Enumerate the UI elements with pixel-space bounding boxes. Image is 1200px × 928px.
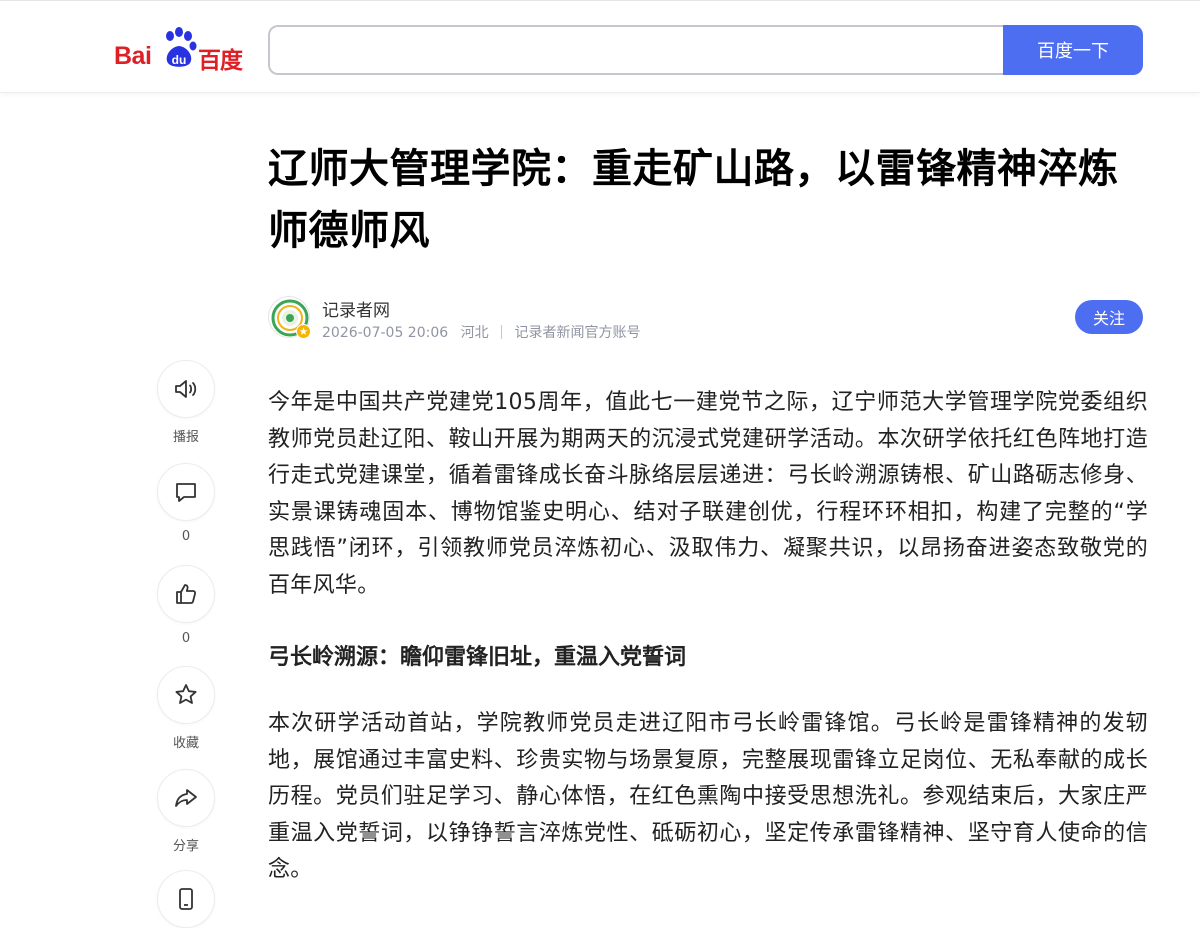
listen-label: 播报 (172, 430, 199, 445)
share-action: 分享 (156, 769, 216, 854)
meta-divider (501, 325, 503, 339)
article-paragraph: 本次研学活动首站，学院教师党员走进辽阳市弓长岭雷锋馆。弓长岭是雷锋精神的发轫地，… (268, 711, 1148, 882)
mobile-action (156, 870, 216, 928)
logo-text-du: du (171, 53, 187, 67)
listen-button[interactable] (157, 360, 215, 418)
logo-text-cn: 百度 (198, 48, 243, 74)
logo-text-bai: Bai (114, 42, 152, 70)
author-account-type: 记录者新闻官方账号 (514, 325, 641, 341)
search-button[interactable]: 百度一下 (1003, 25, 1143, 75)
thumbs-up-icon (176, 584, 197, 604)
favorite-action: 收藏 (156, 666, 216, 751)
article-paragraph: 今年是中国共产党建党105周年，值此七一建党节之际，辽宁师范大学管理学院党委组织… (268, 390, 1148, 598)
author-location: 河北 (460, 325, 489, 341)
comment-action: 0 (156, 463, 216, 544)
verified-badge-icon (296, 324, 311, 339)
share-label: 分享 (172, 839, 199, 854)
star-icon (175, 684, 197, 704)
speaker-icon (175, 380, 197, 398)
search-input[interactable] (270, 27, 1004, 73)
author-row: 记录者网 2026-07-05 20:06 河北 记录者新闻官方账号 关注 (268, 296, 1143, 342)
comment-button[interactable] (157, 463, 215, 521)
favorite-label: 收藏 (172, 736, 199, 751)
share-arrow-icon (175, 789, 197, 807)
like-action: 0 (156, 565, 216, 646)
article-subheading: 弓长岭溯源：瞻仰雷锋旧址，重温入党誓词 (268, 645, 687, 670)
baidu-logo[interactable]: Bai du 百度 (114, 27, 246, 74)
author-meta: 2026-07-05 20:06 河北 记录者新闻官方账号 (322, 322, 649, 342)
publish-datetime: 2026-07-05 20:06 (322, 325, 449, 341)
comment-count: 0 (181, 529, 191, 544)
comment-icon (176, 483, 196, 502)
listen-action: 播报 (156, 360, 216, 445)
like-button[interactable] (157, 565, 215, 623)
follow-button[interactable]: 关注 (1075, 300, 1143, 334)
search-box (268, 25, 1004, 75)
share-button[interactable] (157, 769, 215, 827)
author-avatar[interactable] (268, 296, 311, 339)
like-count: 0 (181, 631, 191, 646)
phone-icon (179, 888, 193, 910)
article-title: 辽师大管理学院：重走矿山路，以雷锋精神淬炼师德师风 (268, 146, 1119, 254)
top-header: Bai du 百度 百度一下 (0, 0, 1200, 93)
mobile-button[interactable] (157, 870, 215, 928)
favorite-button[interactable] (157, 666, 215, 724)
author-name[interactable]: 记录者网 (322, 296, 390, 321)
